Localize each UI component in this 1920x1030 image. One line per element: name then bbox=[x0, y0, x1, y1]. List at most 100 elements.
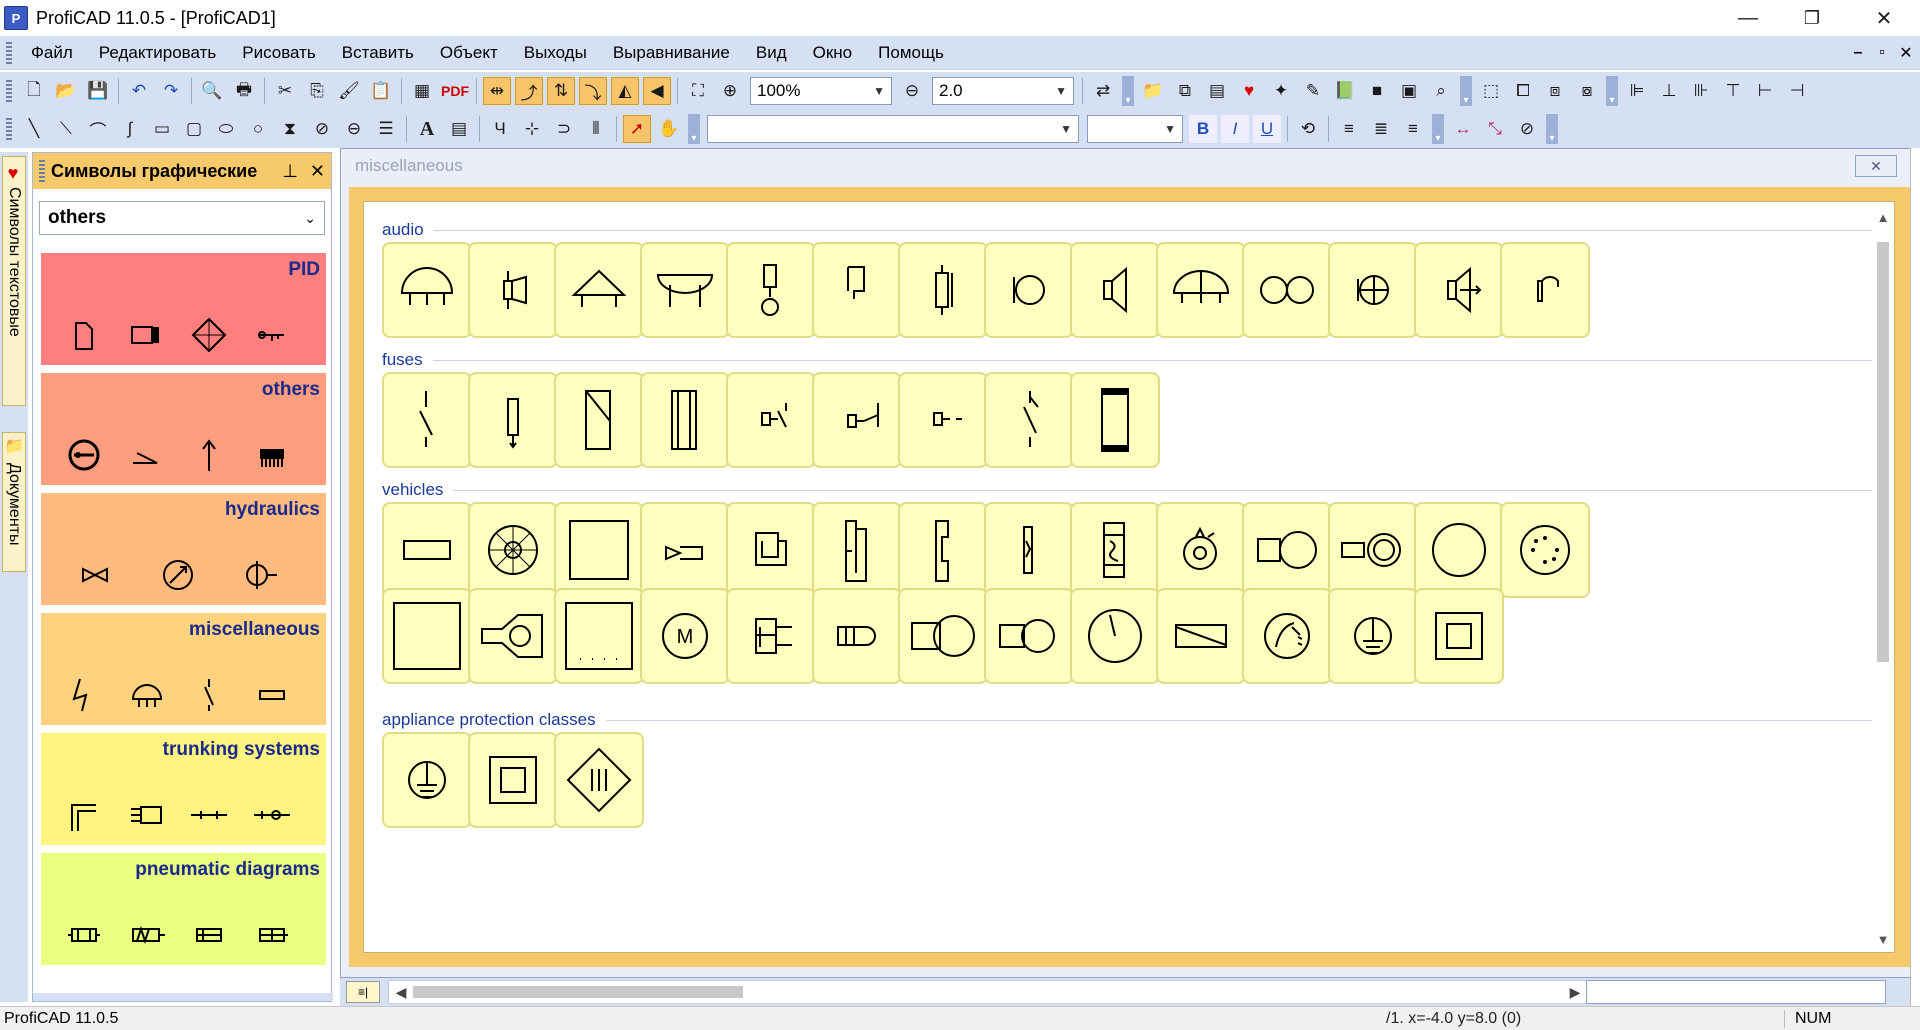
align-right-icon[interactable]: ⊪ bbox=[1687, 77, 1715, 105]
text-rotate-icon[interactable]: ⟲ bbox=[1294, 115, 1322, 143]
component-icon[interactable]: ▣ bbox=[1395, 77, 1423, 105]
text-block-icon[interactable]: ▤ bbox=[445, 115, 473, 143]
symbol-cell[interactable] bbox=[1414, 502, 1504, 598]
mirror-left-icon[interactable]: ◀ bbox=[643, 77, 671, 105]
symbol-cell[interactable] bbox=[1242, 242, 1332, 338]
chord-tool-icon[interactable]: ⊖ bbox=[340, 115, 368, 143]
symbol-cell[interactable] bbox=[1070, 372, 1160, 468]
menu-grip[interactable] bbox=[6, 41, 12, 64]
restore-button[interactable]: ❐ bbox=[1784, 0, 1840, 36]
text-tool-button[interactable]: A bbox=[413, 115, 441, 143]
symbol-cell[interactable] bbox=[726, 588, 816, 684]
binoculars-icon[interactable]: ⌕ bbox=[1427, 77, 1455, 105]
layers-icon[interactable]: ▤ bbox=[1203, 77, 1231, 105]
symbol-cell[interactable] bbox=[382, 732, 472, 828]
print-icon[interactable]: 🖶 bbox=[230, 77, 258, 105]
measure-tool-icon[interactable]: ⤡ bbox=[1481, 115, 1509, 143]
symbol-cell[interactable] bbox=[1242, 588, 1332, 684]
menu-align[interactable]: Выравнивание bbox=[600, 43, 743, 63]
symbol-cell[interactable] bbox=[726, 372, 816, 468]
export-image-icon[interactable]: ▦ bbox=[408, 77, 436, 105]
new-file-icon[interactable]: 🗋 bbox=[20, 77, 48, 105]
text-align-right-icon[interactable]: ≡ bbox=[1399, 115, 1427, 143]
symbol-cell[interactable] bbox=[382, 372, 472, 468]
toolbar-overflow-icon[interactable]: ▾ bbox=[688, 114, 700, 144]
line-width-select[interactable]: 2.0 ▼ bbox=[932, 77, 1074, 105]
minimize-button[interactable]: — bbox=[1720, 0, 1776, 36]
group-icon[interactable]: ⧠ bbox=[1509, 77, 1537, 105]
scroll-thumb[interactable] bbox=[413, 986, 743, 998]
format-painter-icon[interactable]: 🖌 bbox=[335, 77, 363, 105]
menu-draw[interactable]: Рисовать bbox=[229, 43, 329, 63]
symbol-cell[interactable] bbox=[468, 732, 558, 828]
cable-tool-icon[interactable]: ⫴ bbox=[582, 115, 610, 143]
menu-file[interactable]: Файл bbox=[18, 43, 86, 63]
curve-tool-icon[interactable]: ∫ bbox=[116, 115, 144, 143]
mdi-minimize-button[interactable]: – bbox=[1846, 36, 1870, 70]
arrange-icon[interactable]: ⧇ bbox=[1573, 77, 1601, 105]
symbol-cell[interactable] bbox=[726, 502, 816, 598]
toolbar-grip[interactable] bbox=[6, 118, 12, 140]
category-others[interactable]: others bbox=[41, 373, 326, 485]
wire-tool-icon[interactable]: Ч bbox=[486, 115, 514, 143]
junction-tool-icon[interactable]: ⊹ bbox=[518, 115, 546, 143]
text-align-left-icon[interactable]: ≡ bbox=[1335, 115, 1363, 143]
ellipse-tool-icon[interactable]: ⬭ bbox=[212, 115, 240, 143]
category-trunking-systems[interactable]: trunking systems bbox=[41, 733, 326, 845]
symbol-cell[interactable] bbox=[898, 372, 988, 468]
pan-hand-icon[interactable]: ✋ bbox=[655, 115, 683, 143]
mdi-restore-button[interactable]: ▫ bbox=[1870, 36, 1894, 70]
scroll-down-icon[interactable]: ▼ bbox=[1872, 928, 1894, 950]
symbol-cell[interactable] bbox=[468, 502, 558, 598]
symbol-cell[interactable] bbox=[640, 372, 730, 468]
mdi-close-button[interactable]: ✕ bbox=[1894, 36, 1918, 70]
symbol-cell[interactable] bbox=[554, 242, 644, 338]
symbol-cell[interactable] bbox=[554, 732, 644, 828]
connector-tool-icon[interactable]: ⊃ bbox=[550, 115, 578, 143]
cut-icon[interactable]: ✂ bbox=[271, 77, 299, 105]
symbol-cell[interactable] bbox=[640, 502, 730, 598]
symbol-cell[interactable] bbox=[1070, 502, 1160, 598]
toolbar-overflow-icon[interactable]: ▾ bbox=[1546, 114, 1558, 144]
flip-vertical-icon[interactable]: ⇅ bbox=[547, 77, 575, 105]
paste-icon[interactable]: 📋 bbox=[367, 77, 395, 105]
toolbar-overflow-icon[interactable]: ▾ bbox=[1432, 114, 1444, 144]
horizontal-scrollbar[interactable]: ◀ ▶ bbox=[388, 980, 1588, 1004]
redo-icon[interactable]: ↷ bbox=[157, 77, 185, 105]
toolbar-overflow-icon[interactable]: ▾ bbox=[1460, 76, 1472, 106]
align-middle-icon[interactable]: ⊢ bbox=[1751, 77, 1779, 105]
symbol-cell[interactable] bbox=[984, 242, 1074, 338]
symbol-cell[interactable] bbox=[468, 242, 558, 338]
bowtie-tool-icon[interactable]: ⧗ bbox=[276, 115, 304, 143]
folder-icon[interactable]: 📁 bbox=[1139, 77, 1167, 105]
open-folder-icon[interactable]: 📂 bbox=[52, 77, 80, 105]
symbol-cell[interactable] bbox=[898, 588, 988, 684]
collection-select[interactable]: others ⌄ bbox=[39, 201, 325, 235]
symbol-cell[interactable] bbox=[1156, 242, 1246, 338]
category-pneumatic-diagrams[interactable]: pneumatic diagrams bbox=[41, 853, 326, 965]
undo-icon[interactable]: ↶ bbox=[125, 77, 153, 105]
rotate-right-icon[interactable]: ⤵ bbox=[579, 77, 607, 105]
hatch-tool-icon[interactable]: ☰ bbox=[372, 115, 400, 143]
symbol-cell[interactable] bbox=[640, 242, 730, 338]
align-top-icon[interactable]: ⊤ bbox=[1719, 77, 1747, 105]
symbol-cell[interactable] bbox=[1414, 588, 1504, 684]
arc-tool-icon[interactable]: ⌒ bbox=[84, 115, 112, 143]
zoom-out-icon[interactable]: ⊖ bbox=[898, 77, 926, 105]
symbol-cell[interactable] bbox=[898, 502, 988, 598]
symbol-cell[interactable] bbox=[984, 502, 1074, 598]
symbol-cell[interactable] bbox=[1242, 502, 1332, 598]
symbol-cell[interactable] bbox=[382, 588, 472, 684]
symbol-cell[interactable] bbox=[1414, 242, 1504, 338]
select-pointer-icon[interactable]: ➚ bbox=[623, 115, 651, 143]
layers-toggle-icon[interactable]: ≡| bbox=[346, 981, 380, 1003]
menu-help[interactable]: Помощь bbox=[865, 43, 957, 63]
rotate-left-icon[interactable]: ⤴ bbox=[515, 77, 543, 105]
vertical-scrollbar[interactable]: ▲ ▼ bbox=[1872, 202, 1894, 952]
network-icon[interactable]: ⧉ bbox=[1171, 77, 1199, 105]
symbol-cell[interactable] bbox=[468, 588, 558, 684]
symbol-cell[interactable] bbox=[1500, 502, 1590, 598]
symbol-cell[interactable] bbox=[1328, 588, 1418, 684]
symbol-cell[interactable] bbox=[812, 588, 902, 684]
category-pid[interactable]: PID bbox=[41, 253, 326, 365]
